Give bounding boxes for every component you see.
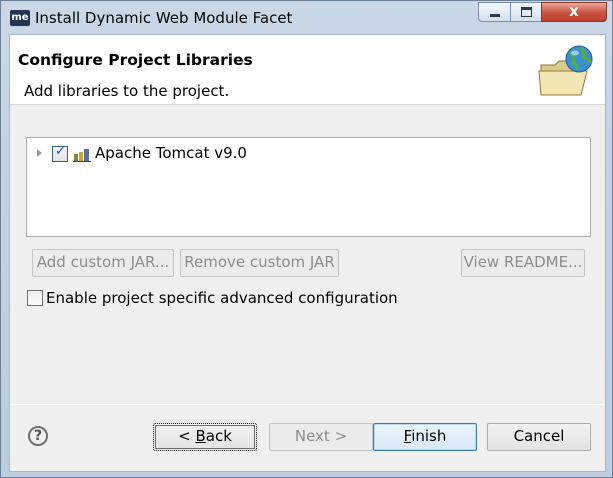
finish-button[interactable]: Finish bbox=[373, 423, 477, 451]
title-bar[interactable]: me Install Dynamic Web Module Facet x bbox=[1, 1, 612, 33]
checkmark-icon: ✓ bbox=[55, 144, 66, 159]
page-title: Configure Project Libraries bbox=[18, 51, 253, 69]
library-tree[interactable]: ✓ Apache Tomcat v9.0 bbox=[26, 137, 591, 237]
finish-button-label: Finish bbox=[403, 427, 447, 445]
view-readme-button[interactable]: View README... bbox=[461, 249, 585, 277]
advanced-config-label: Enable project specific advanced configu… bbox=[46, 289, 398, 307]
dialog-window: me Install Dynamic Web Module Facet x Co… bbox=[0, 0, 613, 478]
add-custom-jar-button[interactable]: Add custom JAR... bbox=[32, 249, 174, 277]
server-library-icon bbox=[73, 149, 91, 162]
advanced-config-checkbox[interactable] bbox=[27, 290, 43, 306]
back-button[interactable]: < Back bbox=[153, 423, 257, 451]
page-subtitle: Add libraries to the project. bbox=[24, 82, 230, 100]
minimize-icon bbox=[490, 14, 500, 17]
expand-arrow-icon[interactable] bbox=[37, 149, 42, 157]
remove-custom-jar-button[interactable]: Remove custom JAR bbox=[180, 249, 339, 277]
footer-separator bbox=[10, 404, 605, 405]
wizard-header: Configure Project Libraries Add librarie… bbox=[10, 35, 605, 105]
next-button[interactable]: Next > bbox=[269, 423, 373, 451]
library-label: Apache Tomcat v9.0 bbox=[95, 144, 247, 162]
folder-globe-icon bbox=[538, 45, 593, 96]
window-title: Install Dynamic Web Module Facet bbox=[35, 9, 293, 27]
dialog-content: Configure Project Libraries Add librarie… bbox=[9, 34, 606, 472]
minimize-button[interactable] bbox=[478, 2, 511, 22]
library-checkbox[interactable]: ✓ bbox=[52, 144, 68, 162]
help-icon[interactable]: ? bbox=[28, 426, 48, 446]
app-icon: me bbox=[10, 10, 30, 26]
cancel-button[interactable]: Cancel bbox=[487, 423, 591, 451]
maximize-icon bbox=[521, 7, 532, 17]
maximize-button[interactable] bbox=[510, 2, 542, 22]
back-button-label: < Back bbox=[178, 427, 232, 445]
close-button[interactable]: x bbox=[541, 2, 607, 22]
close-icon: x bbox=[569, 2, 579, 20]
